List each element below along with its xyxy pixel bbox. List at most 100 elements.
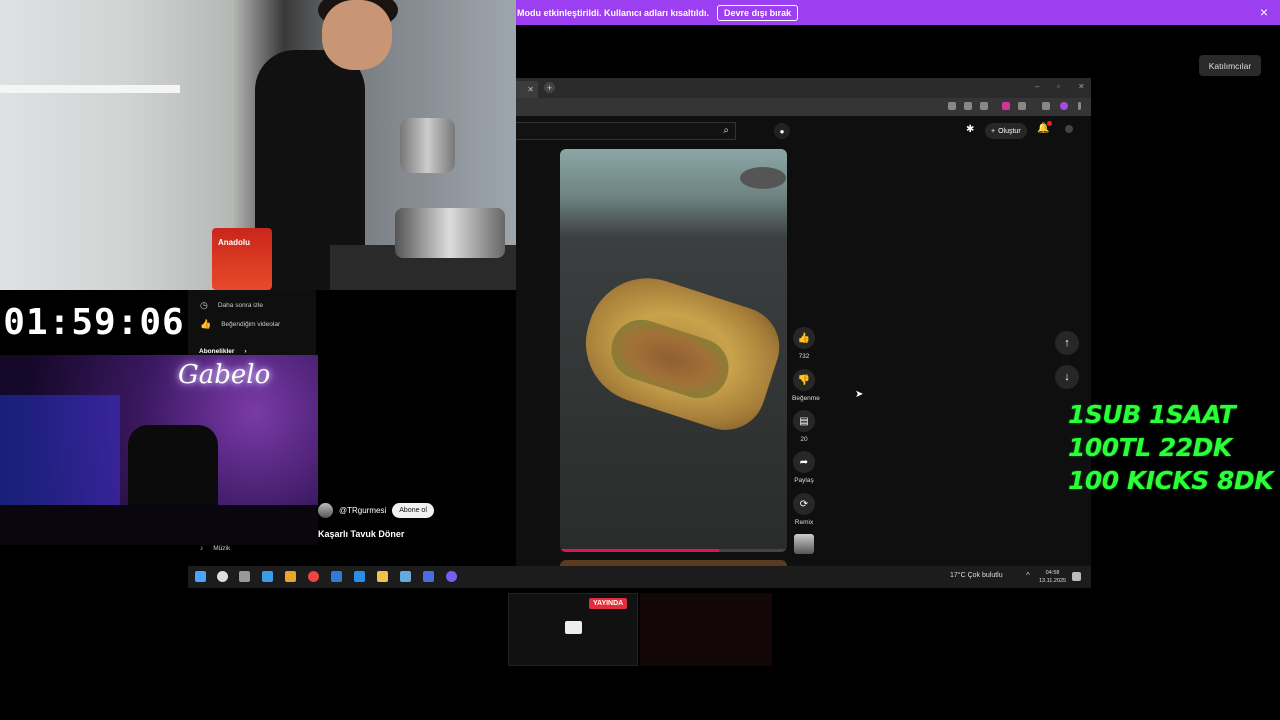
plus-icon: + <box>991 127 996 135</box>
like-action[interactable]: 👍 732 <box>792 327 816 360</box>
dislike-label: Beğenme <box>792 395 820 402</box>
disable-button[interactable]: Devre dışı bırak <box>717 4 799 21</box>
webcam-scene <box>322 0 392 70</box>
subscribe-button[interactable]: Abone ol <box>392 503 434 518</box>
video-content <box>740 167 786 189</box>
streamer-webcam: Gabelo <box>0 355 318 545</box>
close-icon[interactable]: × <box>1260 4 1268 20</box>
mic-icon[interactable]: ● <box>774 123 790 139</box>
share-action[interactable]: ➦ Paylaş <box>792 451 816 484</box>
share-label: Paylaş <box>794 477 814 484</box>
dislike-action[interactable]: 👎 Beğenme <box>792 369 820 402</box>
stream-preview-thumbnail[interactable]: YAYINDA <box>508 593 638 666</box>
app-icon[interactable] <box>400 571 411 582</box>
comment-action[interactable]: ▤ 20 <box>792 410 816 443</box>
windows-taskbar: 17°C Çok bulutlu ^ 04:58 13.11.2025 <box>188 566 1091 588</box>
participants-tooltip: Katılımcılar <box>1199 55 1261 76</box>
goal-line: 100 KICKS 8DK <box>1068 466 1274 495</box>
task-view-icon[interactable] <box>239 571 250 582</box>
comment-count: 20 <box>800 436 808 443</box>
clock-time: 04:58 <box>1045 570 1060 576</box>
remix-action[interactable]: ⟳ Remix <box>792 493 816 526</box>
remix-icon[interactable]: ⟳ <box>793 493 815 515</box>
new-tab-icon[interactable]: + <box>544 82 555 93</box>
comment-icon[interactable]: ▤ <box>793 410 815 432</box>
avatar[interactable] <box>1065 125 1073 133</box>
window-close-icon[interactable]: ✕ <box>1078 82 1085 91</box>
dislike-icon[interactable]: 👎 <box>793 369 815 391</box>
stream-preview-thumbnail[interactable] <box>640 593 772 666</box>
extension-icon[interactable] <box>948 102 956 110</box>
music-icon: ♪ <box>200 545 204 552</box>
screen-share-icon <box>565 621 582 634</box>
chevron-up-icon[interactable]: ^ <box>1026 571 1030 580</box>
like-icon[interactable]: 👍 <box>793 327 815 349</box>
video-title[interactable]: Kaşarlı Tavuk Döner <box>318 529 404 539</box>
windows-icon[interactable] <box>195 571 206 582</box>
extension-icon[interactable] <box>964 102 972 110</box>
app-icon[interactable] <box>423 571 434 582</box>
share-icon[interactable]: ➦ <box>793 451 815 473</box>
store-icon[interactable] <box>262 571 273 582</box>
chevron-right-icon: › <box>244 348 247 355</box>
folder-icon[interactable] <box>377 571 388 582</box>
channel-row: @TRgurmesi Abone ol <box>318 503 434 518</box>
mail-icon[interactable] <box>331 571 342 582</box>
goal-line: 100TL 22DK <box>1068 433 1232 462</box>
create-button[interactable]: + Oluştur <box>985 123 1027 139</box>
arrow-down-icon[interactable]: ↓ <box>1055 365 1079 389</box>
settings-icon[interactable]: ✱ <box>966 124 974 135</box>
discord-icon[interactable] <box>446 571 457 582</box>
live-badge: YAYINDA <box>589 598 628 609</box>
webcam-scene <box>0 85 180 93</box>
app-icon[interactable] <box>354 571 365 582</box>
profile-icon[interactable] <box>1060 102 1068 110</box>
menu-item-liked-videos[interactable]: 👍 Beğendiğim videolar <box>200 319 280 330</box>
sound-thumbnail[interactable] <box>794 534 814 554</box>
video-progress-bar[interactable] <box>560 549 787 552</box>
maximize-icon[interactable]: ▫ <box>1057 82 1060 91</box>
can-label: Anadolu <box>218 238 250 247</box>
youtube-side-menu: ◷ Daha sonra izle 👍 Beğendiğim videolar … <box>188 290 316 360</box>
bell-icon[interactable]: 🔔 <box>1037 121 1053 134</box>
search-input[interactable]: ⌕ <box>516 122 736 140</box>
webcam-scene <box>0 505 318 545</box>
clock-date: 13.11.2025 <box>1039 578 1067 584</box>
clock[interactable]: 04:58 13.11.2025 <box>1039 569 1066 585</box>
video-progress-fill <box>560 549 719 552</box>
menu-item-watch-later[interactable]: ◷ Daha sonra izle <box>200 300 263 311</box>
channel-handle[interactable]: @TRgurmesi <box>339 506 386 515</box>
search-icon[interactable] <box>217 571 228 582</box>
weather-widget[interactable]: 17°C Çok bulutlu <box>950 572 1003 579</box>
notification-badge <box>1047 121 1053 126</box>
notification-center-icon[interactable] <box>1072 572 1081 581</box>
clock-icon: ◷ <box>200 300 208 310</box>
like-count: 732 <box>798 353 810 360</box>
search-icon[interactable]: ⌕ <box>723 125 729 136</box>
youtube-header: ⌕ ● ✱ + Oluştur 🔔 <box>516 116 1091 146</box>
browser-tab[interactable]: ✕ <box>516 81 538 98</box>
puzzle-icon[interactable] <box>1018 102 1026 110</box>
extension-icon[interactable] <box>1042 102 1050 110</box>
channel-avatar[interactable] <box>318 503 333 518</box>
shorts-video[interactable] <box>560 149 787 552</box>
shared-screen: ✕ + – ▫ ✕ ⌕ ● ✱ + Oluştur 🔔 👍 732 👎 Beğe… <box>516 78 1091 586</box>
kebab-menu-icon[interactable] <box>1078 102 1081 110</box>
tab-close-icon[interactable]: ✕ <box>527 85 534 94</box>
menu-item-subscriptions[interactable]: Abonelikler › <box>199 348 247 355</box>
star-icon[interactable] <box>980 102 988 110</box>
app-icon[interactable] <box>285 571 296 582</box>
arrow-up-icon[interactable]: ↑ <box>1055 331 1079 355</box>
stream-timer: 01:59:06 <box>0 290 188 355</box>
menu-item-label: Abonelikler <box>199 348 235 355</box>
mouse-cursor-icon: ➤ <box>855 389 864 400</box>
browser-titlebar: ✕ + – ▫ ✕ <box>516 78 1091 98</box>
minimize-icon[interactable]: – <box>1035 82 1039 91</box>
extension-icon[interactable] <box>1002 102 1010 110</box>
browser-icon[interactable] <box>308 571 319 582</box>
goal-line: 1SUB 1SAAT <box>1068 400 1236 429</box>
address-bar[interactable] <box>516 98 1091 116</box>
banner-message: Modu etkinleştirildi. Kullanıcı adları k… <box>517 7 710 18</box>
menu-item-music[interactable]: ♪ Müzik <box>200 545 230 552</box>
menu-item-label: Daha sonra izle <box>217 302 264 309</box>
